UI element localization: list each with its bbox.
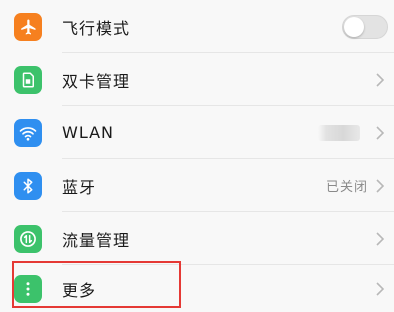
chevron-right-icon bbox=[376, 178, 385, 193]
chevron-right-icon bbox=[376, 125, 385, 140]
chevron-right-icon bbox=[376, 72, 385, 87]
data-usage-icon bbox=[14, 224, 42, 253]
toggle-knob bbox=[344, 16, 364, 37]
bluetooth-row[interactable]: 蓝牙 已关闭 bbox=[0, 159, 394, 212]
highlight-box bbox=[12, 261, 181, 308]
wlan-row[interactable]: WLAN bbox=[0, 106, 394, 159]
dual-sim-label: 双卡管理 bbox=[62, 71, 131, 91]
settings-list: 飞行模式 双卡管理 WLAN 蓝牙 已关闭 流量管理 更多 bbox=[0, 0, 394, 312]
airplane-icon bbox=[14, 12, 42, 41]
data-usage-label: 流量管理 bbox=[62, 230, 131, 250]
bluetooth-icon bbox=[14, 171, 42, 200]
dual-sim-row[interactable]: 双卡管理 bbox=[0, 53, 394, 106]
sim-card-icon bbox=[14, 65, 42, 94]
wlan-network-name-redacted bbox=[318, 124, 360, 141]
chevron-right-icon bbox=[376, 281, 385, 296]
bluetooth-status: 已关闭 bbox=[325, 180, 368, 195]
airplane-mode-row[interactable]: 飞行模式 bbox=[0, 0, 394, 53]
airplane-mode-label: 飞行模式 bbox=[62, 18, 131, 38]
wlan-label: WLAN bbox=[62, 123, 115, 142]
wifi-icon bbox=[14, 118, 42, 147]
chevron-right-icon bbox=[376, 231, 385, 246]
data-usage-row[interactable]: 流量管理 bbox=[0, 212, 394, 265]
airplane-mode-toggle[interactable] bbox=[342, 14, 388, 39]
bluetooth-label: 蓝牙 bbox=[62, 177, 97, 197]
